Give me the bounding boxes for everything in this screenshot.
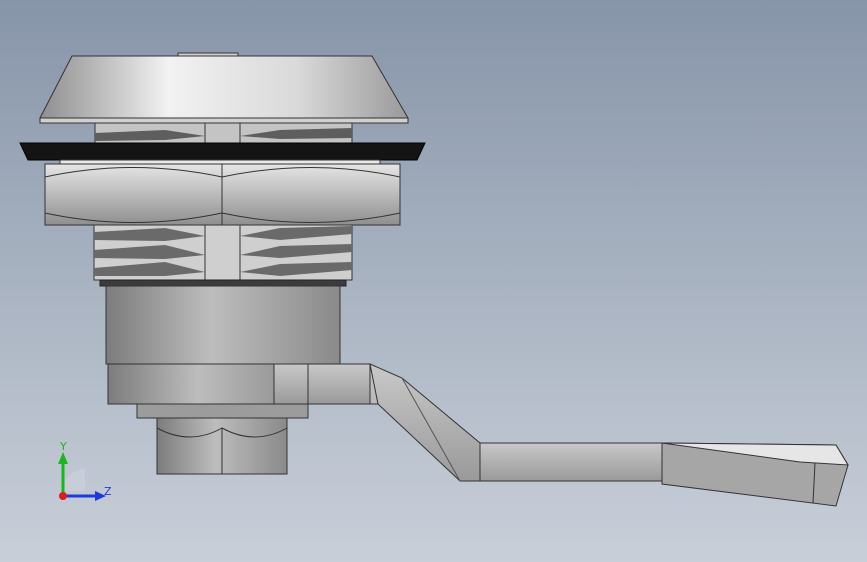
y-arrow-icon [58,452,68,464]
cap-rim [39,117,409,124]
coordinate-triad-icon[interactable]: Y Z [48,438,118,508]
y-axis-label: Y [59,440,67,453]
cylinder-housing[interactable] [105,285,341,365]
hex-nut[interactable] [44,163,401,226]
cam-lock-model[interactable] [0,0,867,562]
gasket-lip [59,159,381,165]
upper-thread [94,122,353,144]
sleeve-collar [136,403,309,419]
cam-lever[interactable] [273,363,849,507]
cap[interactable] [39,55,409,119]
lock-nut[interactable] [156,417,288,475]
threaded-body [93,224,353,281]
gasket [19,142,426,161]
3d-viewport[interactable]: Y Z [0,0,867,562]
x-axis-dot-icon [59,492,67,500]
body-ring [99,279,347,287]
triad-plane-icon [63,469,85,491]
z-axis-label: Z [104,485,112,498]
